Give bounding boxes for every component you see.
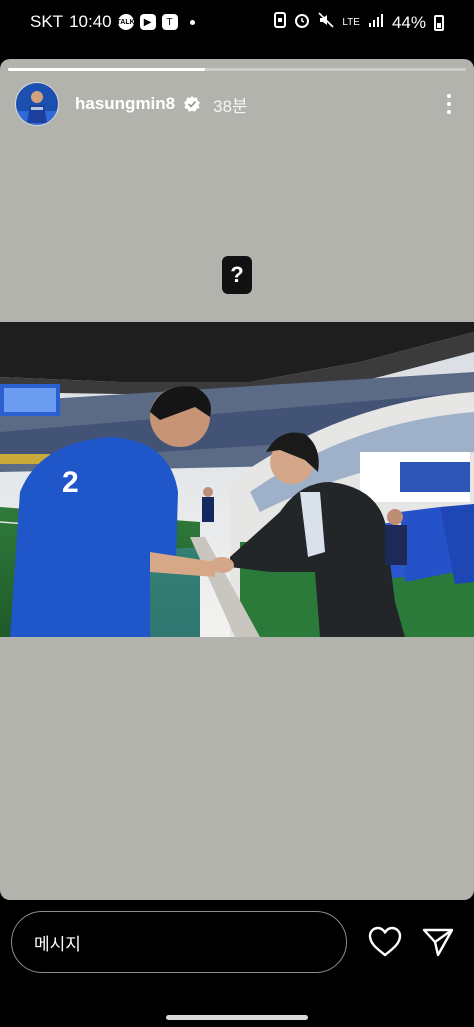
notification-dot-icon bbox=[189, 19, 195, 25]
network-type: LTE bbox=[342, 16, 360, 28]
story-time-ago: 38분 bbox=[213, 96, 248, 116]
story-header: hasungmin8 38분 bbox=[15, 81, 459, 127]
carrier-label: SKT bbox=[30, 12, 64, 31]
signal-icon bbox=[368, 12, 384, 33]
send-icon[interactable] bbox=[421, 926, 455, 958]
battery-percent: 44% bbox=[391, 12, 426, 32]
battery-icon bbox=[434, 14, 444, 31]
question-sticker[interactable]: ? bbox=[222, 256, 252, 294]
avatar[interactable] bbox=[15, 82, 59, 126]
status-right: LTE 44% bbox=[274, 12, 444, 33]
status-bar: SKT 10:40 TALK ▶ T LTE 44% bbox=[0, 0, 474, 44]
message-input[interactable]: 메시지 bbox=[11, 911, 347, 973]
status-left: SKT 10:40 TALK ▶ T bbox=[30, 12, 195, 32]
more-vertical-icon[interactable] bbox=[439, 92, 459, 116]
message-placeholder: 메시지 bbox=[34, 934, 81, 954]
story-photo: 2 bbox=[0, 322, 474, 637]
youtube-icon: ▶ bbox=[139, 14, 156, 30]
story-username[interactable]: hasungmin8 bbox=[75, 94, 175, 114]
story-progress-bar bbox=[8, 68, 466, 71]
heart-icon[interactable] bbox=[368, 926, 402, 958]
screenshot-icon bbox=[274, 12, 287, 33]
svg-text:2: 2 bbox=[62, 466, 79, 499]
kakaotalk-icon: TALK bbox=[117, 14, 135, 30]
teams-icon: T bbox=[161, 14, 178, 30]
alarm-icon bbox=[294, 12, 310, 33]
reply-bar: 메시지 bbox=[0, 900, 474, 1027]
story-viewer[interactable]: hasungmin8 38분 ? 2 bbox=[0, 59, 474, 900]
home-indicator[interactable] bbox=[166, 1015, 308, 1020]
mute-icon bbox=[318, 12, 334, 33]
verified-badge-icon bbox=[183, 95, 201, 113]
story-progress-fill bbox=[8, 68, 205, 71]
clock: 10:40 bbox=[69, 12, 112, 31]
